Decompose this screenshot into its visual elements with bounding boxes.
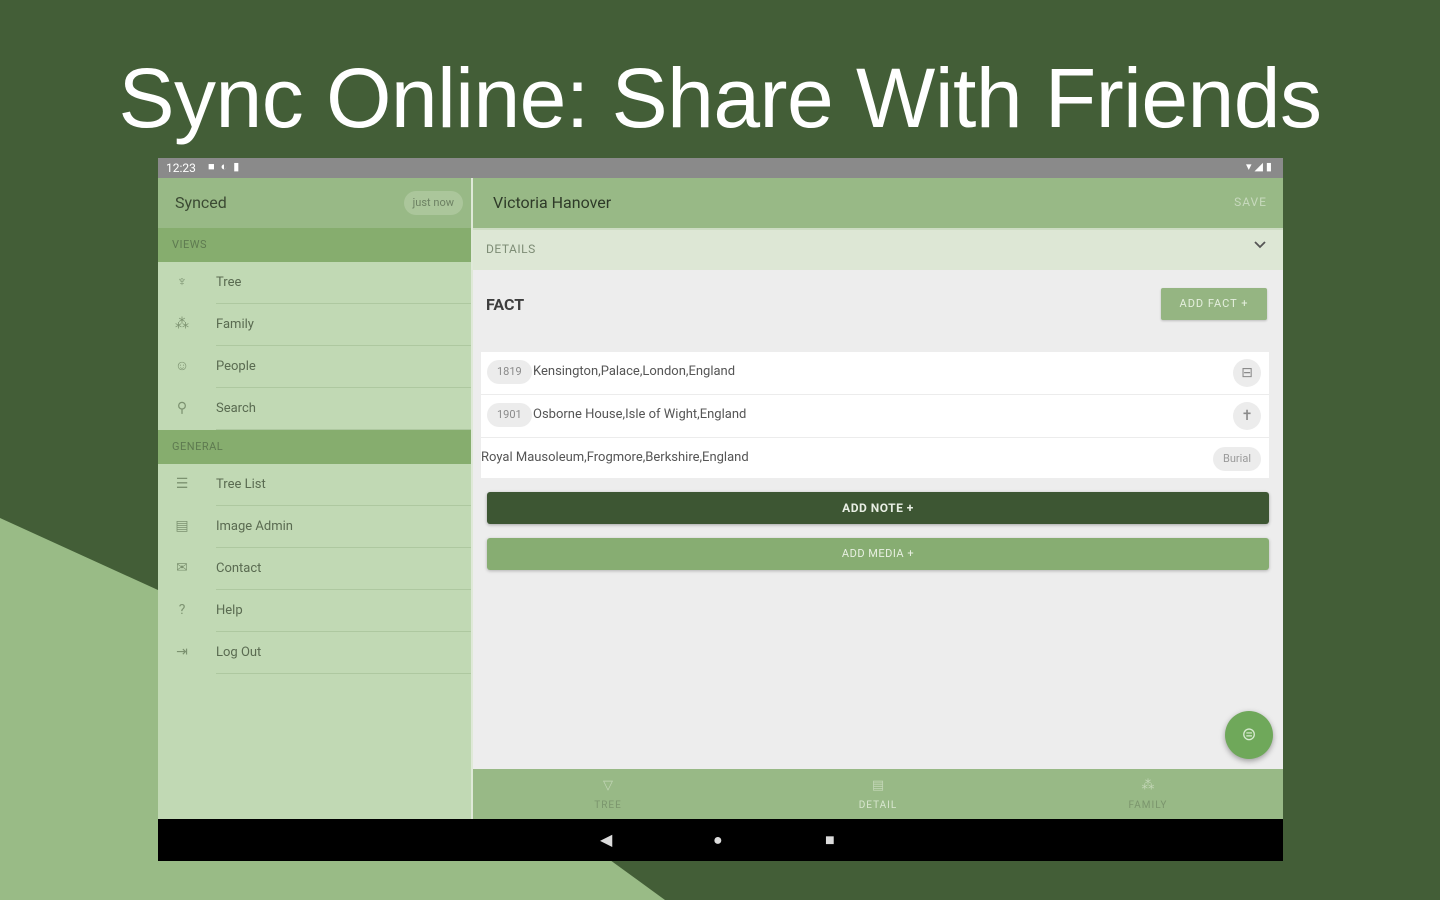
tab-label: FAMILY [1128, 800, 1168, 811]
drawer-item-label: Tree [216, 262, 471, 304]
fact-item-birth[interactable]: 1819 Kensington,Palace,London,England ⊟ [481, 352, 1269, 395]
cross-icon: ✝ [1233, 402, 1261, 430]
drawer-item-image-admin[interactable]: ▤ Image Admin [158, 506, 471, 548]
drawer-item-label: Family [216, 304, 471, 346]
sync-fab-button[interactable]: ⊜ [1225, 711, 1273, 759]
person-name: Victoria Hanover [493, 193, 612, 212]
detail-icon: ▤ [871, 778, 885, 793]
tab-label: TREE [594, 800, 622, 811]
home-icon[interactable]: ● [713, 830, 723, 850]
fact-item-death[interactable]: 1901 Osborne House,Isle of Wight,England… [481, 395, 1269, 438]
person-icon: ☺ [174, 358, 190, 374]
tab-family[interactable]: ⁂ FAMILY [1013, 769, 1283, 819]
drawer-item-label: Contact [216, 548, 471, 590]
drawer-item-label: Help [216, 590, 471, 632]
drawer-item-tree-list[interactable]: ☰ Tree List [158, 464, 471, 506]
drawer-item-log-out[interactable]: ⇥ Log Out [158, 632, 471, 674]
sync-status-chip: just now [403, 191, 463, 215]
fact-heading: FACT [486, 295, 525, 314]
status-time: 12:23 [166, 161, 196, 175]
tab-tree[interactable]: ▽ TREE [473, 769, 743, 819]
drawer-header: Synced just now [158, 178, 471, 228]
family-icon: ⁂ [175, 316, 189, 332]
tab-label: DETAIL [858, 800, 898, 811]
add-media-button[interactable]: ADD MEDIA + [487, 538, 1269, 570]
fact-place: Osborne House,Isle of Wight,England [533, 407, 747, 422]
tab-detail[interactable]: ▤ DETAIL [743, 769, 1013, 819]
bottom-navigation: ▽ TREE ▤ DETAIL ⁂ FAMILY [473, 769, 1283, 819]
fact-list: 1819 Kensington,Palace,London,England ⊟ … [481, 352, 1269, 478]
drawer-item-help[interactable]: ? Help [158, 590, 471, 632]
drawer-item-label: Tree List [216, 464, 471, 506]
person-detail-pane: Victoria Hanover SAVE DETAILS FACT ADD F… [473, 178, 1283, 819]
save-button[interactable]: SAVE [1234, 195, 1267, 209]
sync-icon: ⊜ [1241, 724, 1257, 745]
recents-icon[interactable]: ■ [825, 830, 835, 850]
drawer-title: Synced [175, 193, 227, 212]
drawer-item-label: People [216, 346, 471, 388]
add-note-button[interactable]: ADD NOTE + [487, 492, 1269, 524]
section-label-general: GENERAL [158, 430, 471, 464]
details-section-header[interactable]: DETAILS [473, 228, 1283, 270]
tree-icon: ♆ [176, 274, 188, 290]
section-label-views: VIEWS [158, 228, 471, 262]
signal-battery-icons: ▾◢▮ [1245, 160, 1275, 173]
fact-place: Royal Mausoleum,Frogmore,Berkshire,Engla… [481, 450, 749, 465]
drawer-item-search[interactable]: ⚲ Search [158, 388, 471, 430]
family-icon: ⁂ [1141, 778, 1155, 793]
chevron-down-icon[interactable] [1253, 238, 1267, 252]
tablet-screen: 12:23 ■◐▮ ▾◢▮ Synced just now VIEWS ♆ Tr… [158, 158, 1283, 861]
help-icon: ? [178, 602, 186, 618]
year-chip: 1819 [487, 360, 532, 384]
drawer-item-label: Search [216, 388, 471, 430]
system-navigation-bar: ◀ ● ■ [158, 819, 1283, 861]
headline: Sync Online: Share With Friends [118, 51, 1323, 145]
notification-icons: ■◐▮ [208, 160, 246, 173]
list-icon: ☰ [175, 476, 189, 492]
detail-toolbar: Victoria Hanover SAVE [473, 178, 1283, 228]
drawer-item-tree[interactable]: ♆ Tree [158, 262, 471, 304]
cradle-icon: ⊟ [1233, 359, 1261, 387]
drawer-item-people[interactable]: ☺ People [158, 346, 471, 388]
drawer-item-label: Log Out [216, 632, 471, 674]
status-bar: 12:23 ■◐▮ ▾◢▮ [158, 158, 1283, 178]
image-icon: ▤ [175, 518, 189, 534]
fact-header: FACT ADD FACT + [473, 270, 1283, 332]
drawer-item-family[interactable]: ⁂ Family [158, 304, 471, 346]
add-fact-button[interactable]: ADD FACT + [1161, 288, 1267, 320]
logout-icon: ⇥ [176, 644, 188, 660]
year-chip: 1901 [487, 403, 532, 427]
drawer-item-contact[interactable]: ✉ Contact [158, 548, 471, 590]
navigation-drawer: Synced just now VIEWS ♆ Tree ⁂ Family ☺ … [158, 178, 473, 819]
search-icon: ⚲ [176, 400, 188, 416]
mail-icon: ✉ [176, 560, 188, 576]
tree-icon: ▽ [603, 778, 613, 793]
details-label: DETAILS [486, 242, 536, 256]
back-icon[interactable]: ◀ [600, 830, 612, 849]
fact-place: Kensington,Palace,London,England [533, 364, 736, 379]
fact-type-chip: Burial [1213, 447, 1261, 471]
fact-item-burial[interactable]: Royal Mausoleum,Frogmore,Berkshire,Engla… [481, 438, 1269, 480]
drawer-item-label: Image Admin [216, 506, 471, 548]
